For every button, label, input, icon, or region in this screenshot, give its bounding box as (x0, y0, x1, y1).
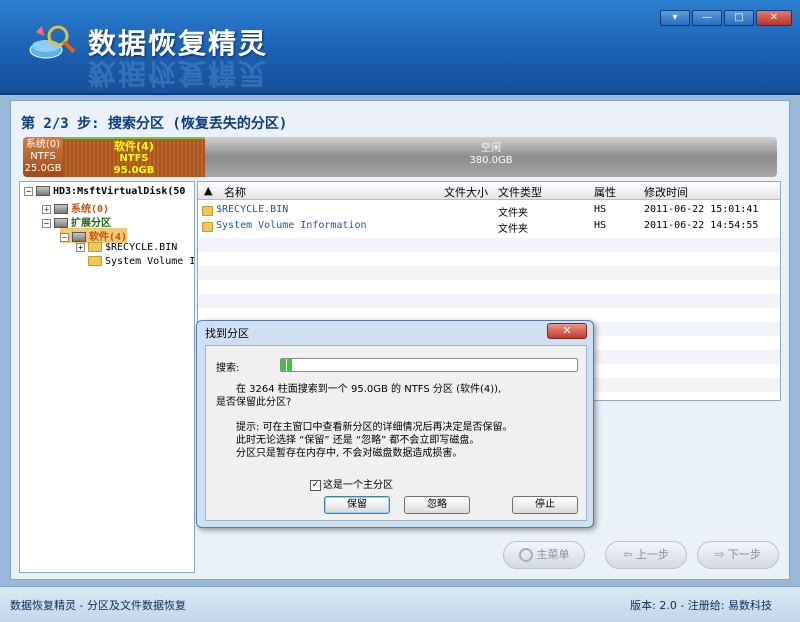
empty-row (198, 266, 780, 280)
tree-recycle[interactable]: + $RECYCLE.BIN (76, 242, 177, 253)
main-menu-label: 主菜单 (536, 548, 570, 561)
dialog-close-button[interactable]: ✕ (547, 323, 587, 339)
tree-system[interactable]: + 系统(0) (42, 200, 109, 215)
partition-bar: 系统(0) NTFS 25.0GB 软件(4) NTFS 95.0GB 空闲 3… (23, 137, 777, 177)
folder-icon (88, 242, 102, 252)
folder-icon (202, 206, 213, 216)
window-controls: ▾ — □ ✕ (660, 10, 792, 26)
checkbox-label: 这是一个主分区 (323, 480, 393, 491)
col-name[interactable]: 名称 (224, 184, 246, 200)
maximize-button[interactable]: □ (724, 10, 754, 26)
collapse-icon[interactable]: − (60, 232, 69, 242)
step-title: 第 2/3 步: 搜索分区 (恢复丢失的分区) (21, 116, 288, 132)
file-list-header: ▲ 名称 文件大小 文件类型 属性 修改时间 (198, 182, 780, 200)
dialog-body: 搜索: 在 3264 柱面搜索到一个 95.0GB 的 NTFS 分区 (软件(… (205, 345, 587, 521)
tree-extended[interactable]: − 扩展分区 (42, 214, 111, 229)
progress-fill (281, 359, 293, 371)
collapse-icon[interactable]: − (24, 186, 33, 196)
folder-icon (202, 222, 213, 232)
disk-icon (36, 186, 50, 196)
menu-dropdown-button[interactable]: ▾ (660, 10, 690, 26)
arrow-left-icon: ⇦ (623, 548, 636, 561)
file-modified: 2011-06-22 15:01:41 (644, 204, 759, 215)
app-header: 数据恢复精灵 数据恢复精灵 ▾ — □ ✕ (0, 0, 800, 95)
tree-svi-label: System Volume In (105, 256, 195, 267)
dialog-hint-3: 分区只是暂存在内存中, 不会对磁盘数据造成损害。 (236, 448, 463, 459)
file-attr: HS (594, 204, 607, 215)
dialog-title: 找到分区 (205, 327, 249, 340)
drive-icon (54, 218, 68, 228)
main-menu-button[interactable]: 主菜单 (503, 541, 585, 569)
file-row[interactable]: System Volume Information 文件夹 HS 2011-06… (198, 220, 780, 235)
keep-button[interactable]: 保留 (324, 496, 390, 514)
file-name: System Volume Information (216, 220, 367, 231)
folder-icon (88, 256, 102, 266)
expand-icon[interactable]: + (76, 242, 85, 252)
file-type: 文件夹 (498, 224, 528, 235)
sort-arrow-icon: ▲ (204, 184, 213, 197)
tree-svi[interactable]: System Volume In (88, 256, 195, 267)
next-step-label: 下一步 (727, 548, 761, 561)
refresh-icon (518, 548, 533, 562)
arrow-right-icon: ⇨ (715, 548, 728, 561)
partition-tree[interactable]: − HD3:MsftVirtualDisk(50 + 系统(0) − 扩展分区 − 软件… (19, 181, 195, 573)
status-left: 数据恢复精灵 - 分区及文件数据恢复 (10, 599, 186, 612)
drive-icon (72, 232, 86, 242)
minimize-button[interactable]: — (692, 10, 722, 26)
collapse-icon[interactable]: − (42, 218, 51, 228)
ignore-button[interactable]: 忽略 (404, 496, 470, 514)
partition-system[interactable]: 系统(0) NTFS 25.0GB (23, 137, 63, 177)
tree-disk-label: HD3:MsftVirtualDisk(50 (53, 186, 186, 197)
partition-software-fs: NTFS (119, 153, 149, 164)
file-name: $RECYCLE.BIN (216, 204, 289, 215)
status-right: 版本: 2.0 - 注册给: 易数科技 (630, 599, 772, 612)
partition-software-size: 95.0GB (113, 165, 155, 176)
app-title-reflection: 数据恢复精灵 (88, 57, 269, 90)
dialog-message-2: 是否保留此分区? (216, 397, 292, 408)
primary-partition-checkbox[interactable]: ✓ 这是一个主分区 (310, 476, 393, 491)
tree-software[interactable]: − 软件(4) (60, 228, 128, 243)
partition-free-name: 空闲 (481, 143, 501, 154)
partition-system-fs: NTFS (30, 151, 56, 162)
partition-software-name: 软件(4) (114, 140, 154, 153)
drive-icon (54, 204, 68, 214)
tree-disk[interactable]: − HD3:MsftVirtualDisk(50 (24, 186, 185, 197)
close-button[interactable]: ✕ (756, 10, 792, 26)
partition-system-size: 25.0GB (24, 163, 62, 174)
col-attr[interactable]: 属性 (594, 184, 616, 200)
partition-free[interactable]: 空闲 380.0GB (205, 137, 777, 177)
col-type[interactable]: 文件类型 (498, 184, 542, 200)
partition-system-name: 系统(0) (25, 139, 61, 150)
empty-row (198, 294, 780, 308)
found-partition-dialog: 找到分区 ✕ 搜索: 在 3264 柱面搜索到一个 95.0GB 的 NTFS … (196, 320, 594, 528)
partition-free-size: 380.0GB (469, 155, 513, 166)
checkbox-box[interactable]: ✓ (310, 479, 321, 491)
file-modified: 2011-06-22 14:54:55 (644, 220, 759, 231)
col-modified[interactable]: 修改时间 (644, 184, 688, 200)
stop-button[interactable]: 停止 (512, 496, 578, 514)
search-progress-bar (280, 358, 578, 372)
file-attr: HS (594, 220, 607, 231)
status-bar: 数据恢复精灵 - 分区及文件数据恢复 版本: 2.0 - 注册给: 易数科技 (0, 586, 800, 622)
expand-icon[interactable]: + (42, 204, 51, 214)
search-label: 搜索: (216, 363, 240, 374)
col-size[interactable]: 文件大小 (444, 184, 488, 200)
next-step-button[interactable]: ⇨ 下一步 (697, 541, 779, 569)
app-logo-icon (29, 25, 76, 59)
empty-row (198, 238, 780, 252)
partition-software[interactable]: 软件(4) NTFS 95.0GB (63, 137, 205, 177)
prev-step-button[interactable]: ⇦ 上一步 (605, 541, 687, 569)
file-type: 文件夹 (498, 208, 528, 219)
file-row[interactable]: $RECYCLE.BIN 文件夹 HS 2011-06-22 15:01:41 (198, 204, 780, 219)
tree-recycle-label: $RECYCLE.BIN (105, 242, 178, 253)
prev-step-label: 上一步 (635, 548, 669, 561)
